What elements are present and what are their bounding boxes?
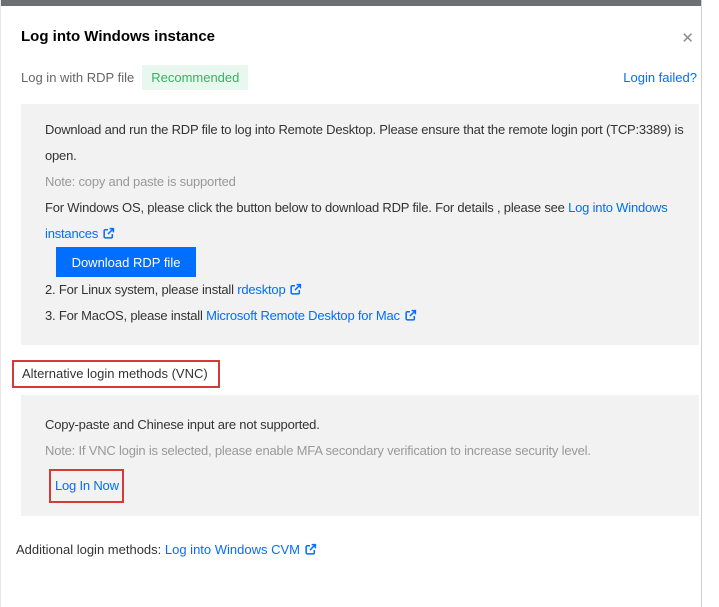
rdp-note-text: Note: copy and paste is supported bbox=[45, 174, 236, 189]
microsoft-remote-desktop-link[interactable]: Microsoft Remote Desktop for Mac bbox=[206, 308, 417, 323]
external-link-icon bbox=[103, 227, 115, 239]
linux-instruction-text: 2. For Linux system, please install rdes… bbox=[45, 277, 693, 303]
vnc-section-heading: Alternative login methods (VNC) bbox=[22, 366, 208, 381]
download-rdp-file-button[interactable]: Download RDP file bbox=[56, 247, 196, 277]
macos-instruction-prefix: 3. For MacOS, please install bbox=[45, 308, 207, 323]
vnc-heading-annotation: Alternative login methods (VNC) bbox=[12, 360, 220, 388]
login-failed-link[interactable]: Login failed? bbox=[623, 70, 697, 85]
external-link-icon bbox=[290, 283, 302, 295]
rdp-instructions-panel: Download and run the RDP file to log int… bbox=[21, 104, 699, 345]
dialog-header: Log into Windows instance bbox=[21, 28, 681, 45]
macos-instruction-text: 3. For MacOS, please install Microsoft R… bbox=[45, 303, 693, 329]
vnc-limitations-text: Copy-paste and Chinese input are not sup… bbox=[45, 417, 320, 432]
rdesktop-label: rdesktop bbox=[237, 282, 286, 297]
windows-instruction-text: For Windows OS, please click the button … bbox=[45, 195, 693, 247]
rdesktop-link[interactable]: rdesktop bbox=[237, 282, 302, 297]
external-link-icon bbox=[305, 543, 317, 555]
rdp-instruction-text: Download and run the RDP file to log int… bbox=[45, 122, 684, 163]
linux-instruction-prefix: 2. For Linux system, please install bbox=[45, 282, 238, 297]
additional-login-methods-row: Additional login methods: Log into Windo… bbox=[16, 542, 701, 557]
rdp-method-row: Log in with RDP file Recommended Login f… bbox=[21, 65, 697, 90]
recommended-badge: Recommended bbox=[142, 65, 249, 90]
microsoft-remote-desktop-label: Microsoft Remote Desktop for Mac bbox=[206, 308, 400, 323]
additional-login-methods-label: Additional login methods: bbox=[16, 542, 165, 557]
log-into-windows-cvm-link[interactable]: Log into Windows CVM bbox=[165, 542, 317, 557]
vnc-panel: Copy-paste and Chinese input are not sup… bbox=[21, 395, 699, 516]
rdp-method-label: Log in with RDP file bbox=[21, 70, 135, 85]
windows-instruction-prefix: For Windows OS, please click the button … bbox=[45, 200, 569, 215]
dialog-title: Log into Windows instance bbox=[21, 28, 216, 45]
window-top-bar bbox=[1, 0, 701, 6]
log-into-windows-instance-dialog: Log into Windows instance ✕ Log in with … bbox=[0, 0, 702, 607]
close-icon[interactable]: ✕ bbox=[681, 31, 694, 46]
log-into-windows-cvm-label: Log into Windows CVM bbox=[164, 542, 300, 557]
log-in-now-annotation: Log In Now bbox=[49, 469, 124, 503]
log-in-now-link[interactable]: Log In Now bbox=[55, 478, 119, 493]
external-link-icon bbox=[405, 309, 416, 321]
vnc-note-text: Note: If VNC login is selected, please e… bbox=[45, 443, 591, 458]
